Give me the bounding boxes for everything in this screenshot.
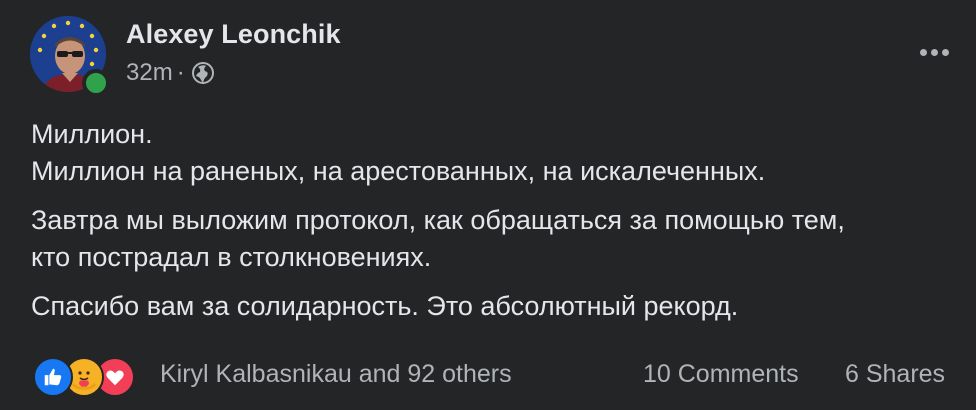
post-paragraph: Спасибо вам за солидарность. Это абсолют…	[31, 288, 961, 325]
post-line: Спасибо вам за солидарность. Это абсолют…	[31, 291, 739, 321]
like-reaction-icon	[33, 357, 73, 397]
meta-separator: ·	[176, 59, 185, 86]
post-meta: 32m ·	[126, 59, 215, 87]
post-line: Миллион.	[31, 119, 153, 149]
post-paragraph: Миллион. Миллион на раненых, на арестова…	[31, 116, 961, 190]
post-text: Миллион. Миллион на раненых, на арестова…	[31, 116, 961, 325]
post-paragraph: Завтра мы выложим протокол, как обращать…	[31, 202, 961, 276]
post-line: Миллион на раненых, на арестованных, на …	[31, 156, 766, 186]
more-options-button[interactable]	[914, 40, 954, 64]
post-line: кто пострадал в столкновениях.	[31, 242, 432, 272]
dot-icon	[919, 48, 927, 56]
dot-icon	[930, 48, 938, 56]
shares-count-link[interactable]: 6 Shares	[845, 360, 945, 389]
post-card: Alexey Leonchik 32m · Миллион. Миллион н…	[0, 0, 976, 410]
comments-count-link[interactable]: 10 Comments	[643, 360, 799, 389]
reaction-icons[interactable]	[33, 357, 135, 397]
dot-icon	[941, 48, 949, 56]
globe-icon[interactable]	[191, 61, 215, 85]
post-line: Завтра мы выложим протокол, как обращать…	[31, 205, 845, 235]
reactions-summary-link[interactable]: Kiryl Kalbasnikau and 92 others	[160, 360, 512, 389]
online-status-indicator	[82, 69, 110, 97]
post-footer: Kiryl Kalbasnikau and 92 others 10 Comme…	[0, 352, 976, 402]
author-name-link[interactable]: Alexey Leonchik	[126, 19, 341, 50]
post-timestamp[interactable]: 32m	[126, 59, 173, 87]
